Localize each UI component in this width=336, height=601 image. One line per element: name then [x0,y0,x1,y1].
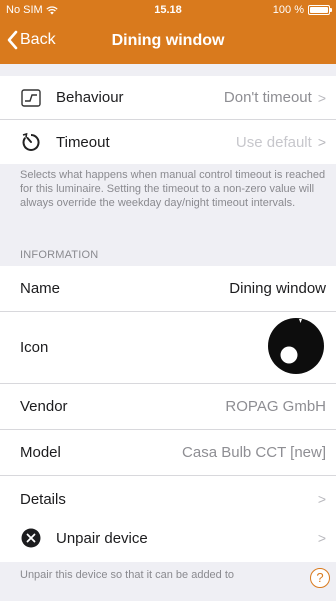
page-title: Dining window [111,32,225,49]
chevron-right-icon: > [317,134,326,150]
information-group: Name Dining window Icon Vendor ROPAG Gmb… [0,266,336,522]
information-header: INFORMATION [20,249,99,261]
icon-label: Icon [20,339,49,356]
navigation-bar: Back Dining window [0,20,336,64]
timer-icon [20,131,42,153]
timeout-footnote: Selects what happens when manual control… [20,169,326,209]
vendor-value: ROPAG GmbH [225,398,326,415]
help-button[interactable]: ? [310,568,330,588]
close-circle-icon [20,527,42,549]
chevron-right-icon: > [317,530,326,546]
unpair-label: Unpair device [56,529,148,547]
behaviour-chart-icon [20,87,42,109]
timeout-label: Timeout [56,133,110,151]
name-label: Name [20,280,61,297]
battery-icon [308,5,332,15]
vendor-row: Vendor ROPAG GmbH [0,384,336,430]
control-settings-group: Behaviour Don't timeout > Timeout Use de… [0,76,336,164]
name-row[interactable]: Name Dining window [0,266,336,312]
vendor-label: Vendor [20,398,68,415]
battery-percent: 100 % [272,4,304,16]
chevron-right-icon: > [317,491,326,507]
icon-row[interactable]: Icon [0,312,336,384]
device-icon [266,316,326,380]
name-value: Dining window [229,280,326,297]
model-label: Model [20,444,61,461]
status-bar: No SIM 15.18 100 % [0,0,336,20]
model-value: Casa Bulb CCT [new] [182,444,326,461]
behaviour-label: Behaviour [56,89,124,106]
details-label: Details [20,490,66,508]
unpair-group: Unpair device > [0,514,336,562]
timeout-row[interactable]: Timeout Use default > [0,120,336,164]
model-row: Model Casa Bulb CCT [new] [0,430,336,476]
behaviour-row[interactable]: Behaviour Don't timeout > [0,76,336,120]
behaviour-value: Don't timeout [223,89,312,106]
status-right: 100 % [272,4,332,16]
unpair-row[interactable]: Unpair device > [0,514,336,562]
timeout-value: Use default [235,133,312,151]
chevron-right-icon: > [317,89,326,106]
unpair-footnote: Unpair this device so that it can be add… [20,569,235,581]
battery-fill [310,7,328,13]
